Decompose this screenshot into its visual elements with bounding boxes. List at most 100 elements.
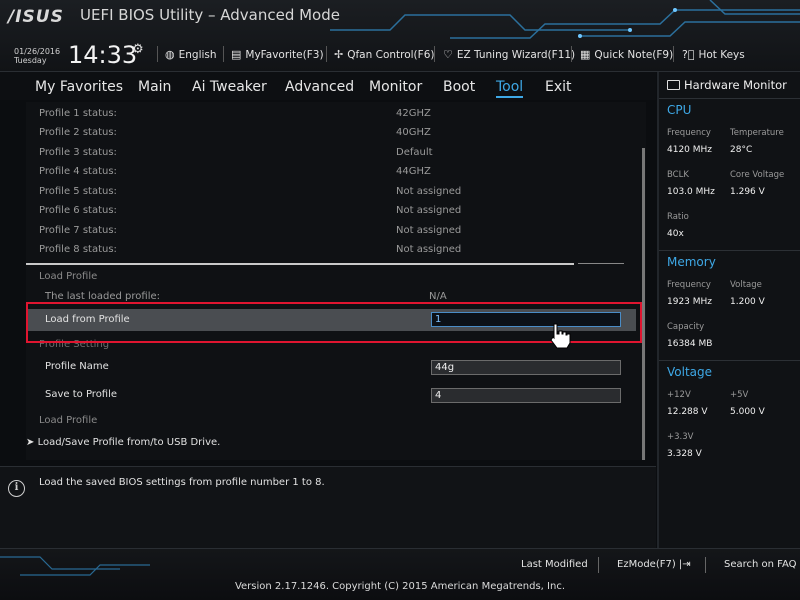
memory-frequency-label: Frequency (667, 280, 711, 290)
memory-frequency-value: 1923 MHz (667, 297, 713, 307)
tab-tool[interactable]: Tool (496, 79, 524, 98)
profile-status-value: Not assigned (396, 225, 462, 236)
section-divider (578, 263, 624, 264)
search-faq-button[interactable]: Search on FAQ (724, 559, 797, 570)
profile-name-input[interactable]: 44g (431, 360, 621, 375)
qfan-control-button[interactable]: ✢ Qfan Control(F6) (334, 48, 434, 61)
hw-divider (659, 98, 800, 99)
memory-voltage-label: Voltage (730, 280, 762, 290)
my-favorite-label: MyFavorite(F3) (245, 48, 324, 61)
profile-status-label: Profile 4 status: (39, 166, 117, 177)
tab-my-favorites[interactable]: My Favorites (35, 79, 123, 95)
profile-status-row: Profile 8 status: Not assigned (26, 241, 626, 260)
footer-separator (598, 557, 599, 573)
header-separator (571, 46, 572, 62)
asus-logo: /ISUS (8, 7, 64, 27)
tool-panel: Profile 1 status: 42GHZ Profile 2 status… (26, 102, 646, 460)
hot-keys-label: Hot Keys (698, 48, 745, 61)
qfan-control-label: Qfan Control(F6) (347, 48, 435, 61)
ez-mode-button[interactable]: EzMode(F7) |⇥ (617, 559, 691, 570)
quick-note-label: Quick Note(F9) (594, 48, 674, 61)
ez-tuning-wizard-label: EZ Tuning Wizard(F11) (456, 48, 576, 61)
my-favorite-button[interactable]: ▤ MyFavorite(F3) (231, 48, 324, 61)
hw-divider (659, 250, 800, 251)
v12-label: +12V (667, 390, 691, 400)
last-loaded-label: The last loaded profile: (45, 291, 160, 302)
language-label: English (178, 48, 217, 61)
footer-separator (705, 557, 706, 573)
help-icon: ?⃞ (682, 48, 695, 61)
save-to-profile-input[interactable]: 4 (431, 388, 621, 403)
cpu-temperature-label: Temperature (730, 128, 784, 138)
memory-voltage-value: 1.200 V (730, 297, 765, 307)
scrollbar[interactable] (642, 148, 645, 460)
profile-status-label: Profile 8 status: (39, 244, 117, 255)
memory-heading: Memory (667, 255, 716, 269)
hardware-monitor-label: Hardware Monitor (684, 78, 787, 92)
tab-ai-tweaker[interactable]: Ai Tweaker (192, 79, 267, 95)
hw-divider (659, 360, 800, 361)
cpu-heading: CPU (667, 103, 692, 117)
v5-label: +5V (730, 390, 749, 400)
profile-status-row: Profile 3 status: Default (26, 144, 626, 163)
header-separator (434, 46, 435, 62)
hand-cursor-icon (550, 323, 571, 349)
profile-status-value: Default (396, 147, 433, 158)
profile-name-label: Profile Name (45, 361, 109, 372)
tab-main[interactable]: Main (138, 79, 171, 95)
tab-monitor[interactable]: Monitor (369, 79, 422, 95)
profile-status-value: 44GHZ (396, 166, 431, 177)
profile-status-label: Profile 7 status: (39, 225, 117, 236)
tab-exit[interactable]: Exit (545, 79, 572, 95)
gear-icon[interactable]: ⚙ (132, 42, 144, 57)
profile-status-value: Not assigned (396, 244, 462, 255)
app-title: UEFI BIOS Utility – Advanced Mode (80, 6, 340, 24)
last-loaded-value: N/A (429, 291, 447, 302)
profile-status-value: Not assigned (396, 186, 462, 197)
profile-status-row: Profile 1 status: 42GHZ (26, 105, 626, 124)
profile-status-value: 40GHZ (396, 127, 431, 138)
profile-status-row: Profile 5 status: Not assigned (26, 183, 626, 202)
hot-keys-button[interactable]: ?⃞ Hot Keys (682, 48, 745, 61)
note-icon: ▦ (580, 48, 591, 61)
exit-arrow-icon: |⇥ (678, 559, 691, 570)
cpu-frequency-label: Frequency (667, 128, 711, 138)
time-display: 14:33 (68, 41, 138, 69)
arrow-right-icon: ➤ (26, 437, 38, 448)
load-profile-subheading: Load Profile (39, 415, 98, 426)
circuit-decoration (0, 556, 150, 576)
usb-profile-link[interactable]: ➤ Load/Save Profile from/to USB Drive. (26, 437, 220, 448)
favorite-icon: ▤ (231, 48, 242, 61)
day-value: Tuesday (14, 56, 47, 65)
ratio-label: Ratio (667, 212, 689, 222)
usb-profile-link-label: Load/Save Profile from/to USB Drive. (37, 437, 221, 448)
hardware-monitor-panel: Hardware Monitor CPU Frequency Temperatu… (657, 72, 800, 548)
info-icon: i (8, 480, 25, 497)
bclk-label: BCLK (667, 170, 689, 180)
monitor-icon (667, 80, 680, 90)
header-separator (223, 46, 224, 62)
quick-note-button[interactable]: ▦ Quick Note(F9) (580, 48, 673, 61)
capacity-label: Capacity (667, 322, 705, 332)
profile-status-label: Profile 1 status: (39, 108, 117, 119)
core-voltage-label: Core Voltage (730, 170, 785, 180)
language-button[interactable]: ◍ English (165, 48, 217, 61)
voltage-heading: Voltage (667, 365, 713, 379)
capacity-value: 16384 MB (667, 339, 713, 349)
tab-advanced[interactable]: Advanced (285, 79, 354, 95)
profile-status-label: Profile 6 status: (39, 205, 117, 216)
profile-status-row: Profile 4 status: 44GHZ (26, 163, 626, 182)
ez-tuning-wizard-button[interactable]: ♡ EZ Tuning Wizard(F11) (443, 48, 575, 61)
last-modified-button[interactable]: Last Modified (521, 559, 588, 570)
v12-value: 12.288 V (667, 407, 708, 417)
top-header: /ISUS UEFI BIOS Utility – Advanced Mode … (0, 0, 800, 72)
section-divider (26, 263, 574, 265)
header-separator (326, 46, 327, 62)
header-separator (157, 46, 158, 62)
bclk-value: 103.0 MHz (667, 187, 715, 197)
tab-boot[interactable]: Boot (443, 79, 475, 95)
profile-status-label: Profile 5 status: (39, 186, 117, 197)
main-menu: My Favorites Main Ai Tweaker Advanced Mo… (0, 72, 656, 100)
date-display: 01/26/2016 Tuesday (14, 47, 60, 65)
profile-status-label: Profile 3 status: (39, 147, 117, 158)
